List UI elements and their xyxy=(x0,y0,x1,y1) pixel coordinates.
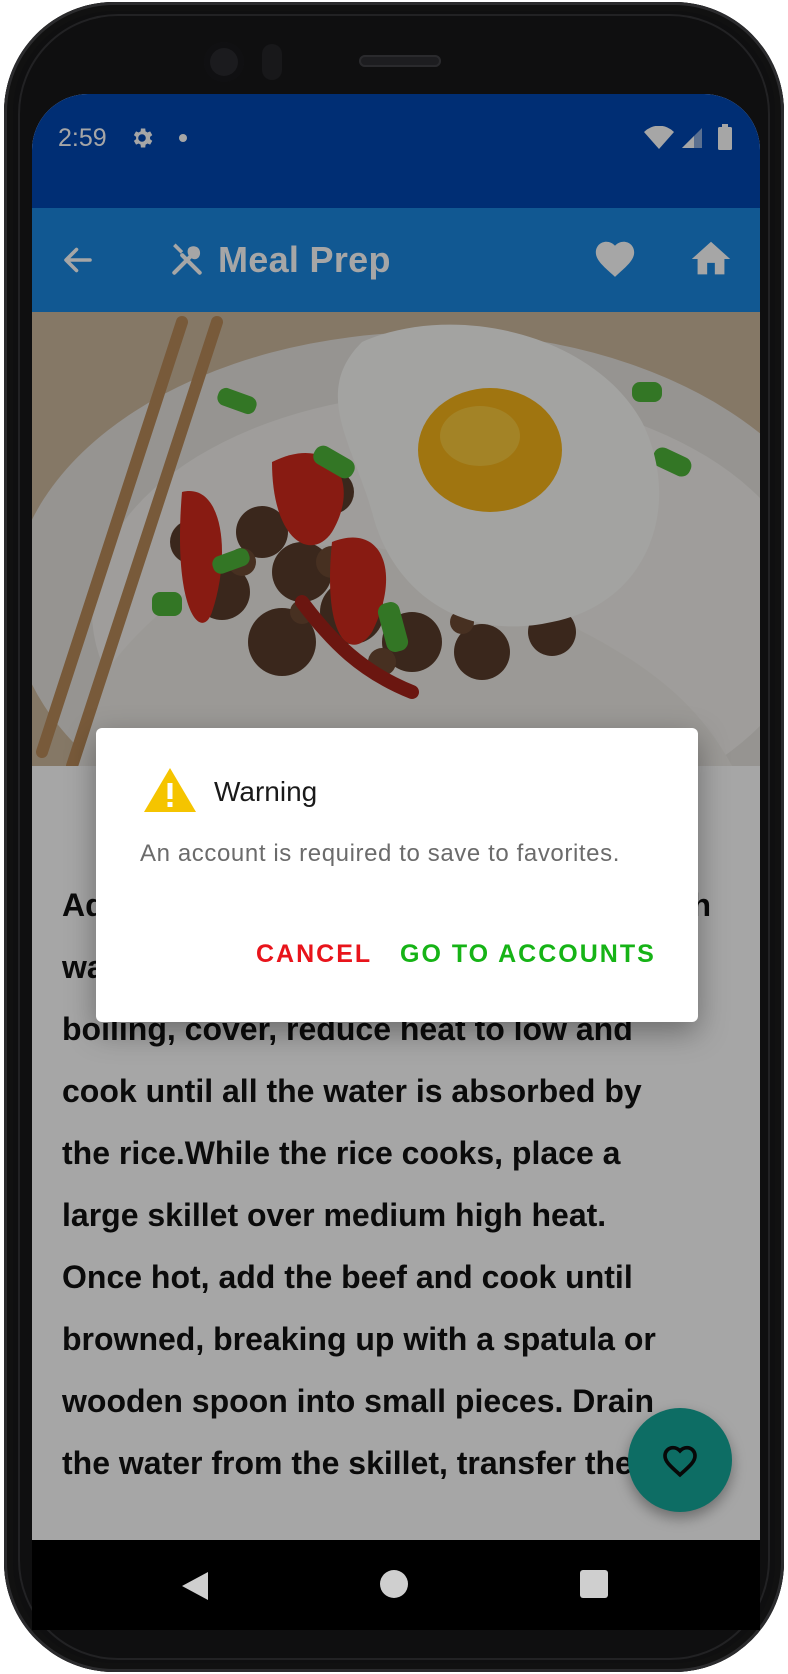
dialog-title: Warning xyxy=(214,776,318,807)
cancel-button[interactable]: CANCEL xyxy=(256,940,372,969)
warning-icon xyxy=(144,768,196,812)
navigation-bar xyxy=(32,1540,760,1630)
earpiece-speaker xyxy=(359,55,441,67)
go-to-accounts-button[interactable]: GO TO ACCOUNTS xyxy=(400,940,656,969)
nav-back-icon[interactable] xyxy=(180,1570,210,1602)
nav-home-icon[interactable] xyxy=(380,1570,408,1598)
front-camera xyxy=(204,42,244,82)
screen: 2:59 Meal Prep Add boiling, cover, reduc… xyxy=(32,94,760,1630)
dialog-message: An account is required to save to favori… xyxy=(140,840,620,867)
proximity-sensor xyxy=(262,44,282,80)
nav-recents-icon[interactable] xyxy=(580,1570,608,1598)
warning-dialog: Warning An account is required to save t… xyxy=(96,728,698,1022)
